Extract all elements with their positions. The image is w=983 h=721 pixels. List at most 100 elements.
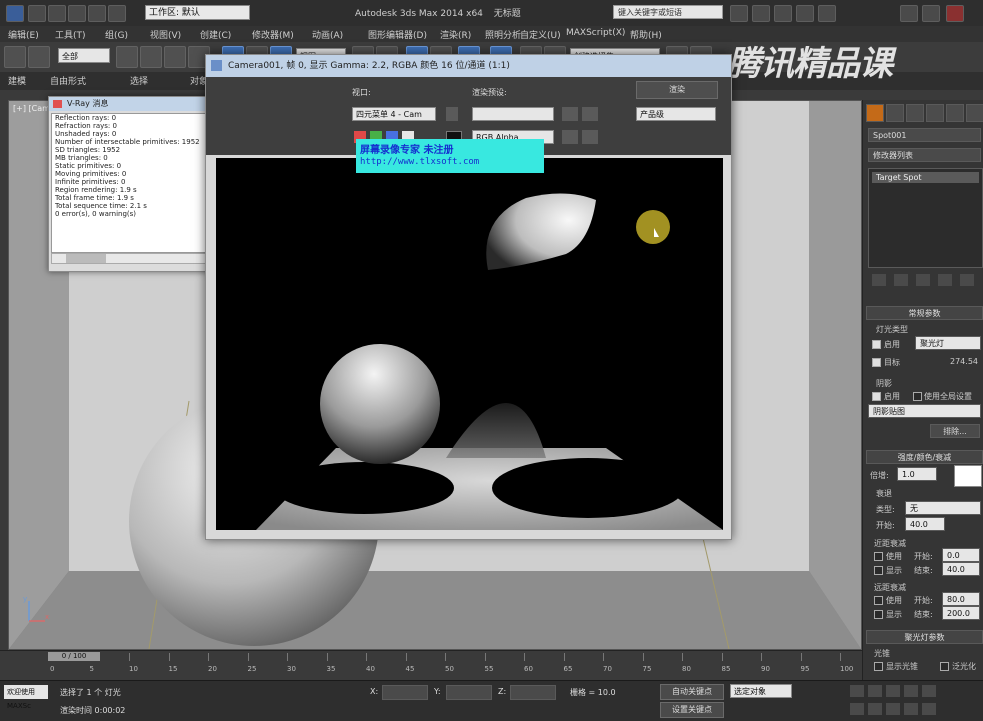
light-color-swatch[interactable] [954, 465, 982, 487]
remove-modifier-icon[interactable] [938, 274, 952, 286]
maximize-viewport-icon[interactable] [922, 703, 936, 715]
rollout-intensity-color-attenuation[interactable]: 强度/颜色/衰减 [866, 450, 983, 464]
object-name-field[interactable]: Spot001 [868, 128, 981, 142]
rendered-frame-window[interactable]: Camera001, 帧 0, 显示 Gamma: 2.2, RGBA 颜色 1… [205, 54, 732, 540]
show-cone-checkbox[interactable] [874, 662, 883, 671]
menu-maxscript[interactable]: MAXScript(X) [566, 28, 625, 38]
unlink-icon[interactable] [28, 46, 50, 68]
link-icon[interactable] [4, 46, 26, 68]
goto-start-icon[interactable] [850, 685, 864, 697]
pin-stack-icon[interactable] [872, 274, 886, 286]
time-slider-frame[interactable]: 0 / 100 [48, 652, 100, 661]
near-use-checkbox[interactable] [874, 552, 883, 561]
vray-log-hscroll-thumb[interactable] [66, 254, 106, 263]
x-coord-field[interactable] [382, 685, 428, 700]
menu-animation[interactable]: 动画(A) [312, 28, 343, 41]
timeline[interactable]: 0 5 10 15 20 25 30 35 40 45 50 55 60 65 70 75 80 85 90 95 10… [0, 650, 862, 679]
open-file-icon[interactable] [48, 5, 66, 22]
near-start-spinner[interactable]: 0.0 [942, 548, 980, 562]
workspace-select[interactable]: 工作区: 默认 [145, 5, 250, 20]
fb-clone-window-icon[interactable] [582, 130, 598, 144]
key-filter-dropdown[interactable]: 选定对象 [730, 684, 792, 698]
field-of-view-icon[interactable] [904, 703, 918, 715]
shadow-type-dropdown[interactable]: 阴影贴图 [868, 404, 981, 418]
goto-end-icon[interactable] [922, 685, 936, 697]
frame-window-titlebar[interactable]: Camera001, 帧 0, 显示 Gamma: 2.2, RGBA 颜色 1… [206, 55, 731, 77]
menu-customize[interactable]: 自定义(U) [520, 28, 561, 41]
far-use-checkbox[interactable] [874, 596, 883, 605]
play-icon[interactable] [886, 685, 900, 697]
modifier-list-dropdown[interactable]: 修改器列表 [868, 148, 981, 162]
timeline-ruler[interactable]: 0 5 10 15 20 25 30 35 40 45 50 55 60 65 70 75 80 85 90 95 10… [50, 653, 853, 677]
search-input[interactable]: 键入关键字或短语 [613, 5, 723, 19]
menu-views[interactable]: 视图(V) [150, 28, 181, 41]
shadow-enable-checkbox[interactable] [872, 392, 881, 401]
maximize-button[interactable] [922, 5, 940, 22]
utilities-tab-icon[interactable] [966, 104, 983, 122]
overshoot-checkbox[interactable] [940, 662, 949, 671]
modify-tab-icon[interactable] [886, 104, 904, 122]
ribbon-tab-freeform[interactable]: 自由形式 [50, 74, 86, 87]
select-by-name-icon[interactable] [140, 46, 162, 68]
near-show-checkbox[interactable] [874, 566, 883, 575]
exclude-button[interactable]: 排除... [930, 424, 980, 438]
previous-frame-icon[interactable] [868, 685, 882, 697]
menu-rendering[interactable]: 渲染(R) [440, 28, 471, 41]
help-icon[interactable] [752, 5, 770, 22]
menu-tools[interactable]: 工具(T) [55, 28, 86, 41]
select-object-icon[interactable] [116, 46, 138, 68]
decay-start-spinner[interactable]: 40.0 [905, 517, 945, 531]
decay-type-dropdown[interactable]: 无 [905, 501, 981, 515]
create-tab-icon[interactable] [866, 104, 884, 122]
menu-create[interactable]: 创建(C) [200, 28, 231, 41]
modifier-stack[interactable]: Target Spot [868, 168, 983, 268]
far-end-spinner[interactable]: 200.0 [942, 606, 980, 620]
fb-render-mode-dropdown[interactable]: 产品级 [636, 107, 716, 121]
orbit-icon[interactable] [886, 703, 900, 715]
menu-group[interactable]: 组(G) [105, 28, 128, 41]
menu-edit[interactable]: 编辑(E) [8, 28, 39, 41]
motion-tab-icon[interactable] [926, 104, 944, 122]
save-file-icon[interactable] [68, 5, 86, 22]
fb-environment-icon[interactable] [582, 107, 598, 121]
new-file-icon[interactable] [28, 5, 46, 22]
far-show-checkbox[interactable] [874, 610, 883, 619]
light-type-dropdown[interactable]: 聚光灯 [915, 336, 981, 350]
y-coord-field[interactable] [446, 685, 492, 700]
minimize-button[interactable] [900, 5, 918, 22]
targeted-checkbox[interactable] [872, 358, 881, 367]
menu-modifiers[interactable]: 修改器(M) [252, 28, 294, 41]
fb-render-setup-icon[interactable] [562, 107, 578, 121]
fb-preset-dropdown[interactable] [472, 107, 554, 121]
settings-icon[interactable] [818, 5, 836, 22]
fb-viewport-dropdown[interactable]: 四元菜单 4 - Cam [352, 107, 436, 121]
menu-graph-editors[interactable]: 图形编辑器(D) [368, 28, 427, 41]
near-end-spinner[interactable]: 40.0 [942, 562, 980, 576]
redo-icon[interactable] [108, 5, 126, 22]
menu-help[interactable]: 帮助(H) [630, 28, 662, 41]
account-icon[interactable] [796, 5, 814, 22]
light-enable-checkbox[interactable] [872, 340, 881, 349]
show-end-result-icon[interactable] [894, 274, 908, 286]
ribbon-tab-selection[interactable]: 选择 [130, 74, 148, 87]
hierarchy-tab-icon[interactable] [906, 104, 924, 122]
fb-lock-icon[interactable] [446, 107, 458, 121]
auto-key-button[interactable]: 自动关键点 [660, 684, 724, 700]
selection-filter-dropdown[interactable]: 全部 [58, 48, 110, 63]
ribbon-tab-modeling[interactable]: 建模 [8, 74, 26, 87]
app-menu-button[interactable] [6, 5, 24, 22]
next-frame-icon[interactable] [904, 685, 918, 697]
z-coord-field[interactable] [510, 685, 556, 700]
rectangular-selection-icon[interactable] [164, 46, 186, 68]
star-icon[interactable] [774, 5, 792, 22]
use-global-settings-checkbox[interactable] [913, 392, 922, 401]
multiplier-spinner[interactable]: 1.0 [897, 467, 937, 481]
fb-copy-image-icon[interactable] [562, 130, 578, 144]
pan-icon[interactable] [868, 703, 882, 715]
configure-sets-icon[interactable] [960, 274, 974, 286]
search-icon[interactable] [730, 5, 748, 22]
zoom-icon[interactable] [850, 703, 864, 715]
maxscript-listener-field[interactable]: 欢迎使用 MAXSc [4, 685, 48, 710]
close-button[interactable] [946, 5, 964, 22]
stack-item-target-spot[interactable]: Target Spot [872, 172, 979, 183]
